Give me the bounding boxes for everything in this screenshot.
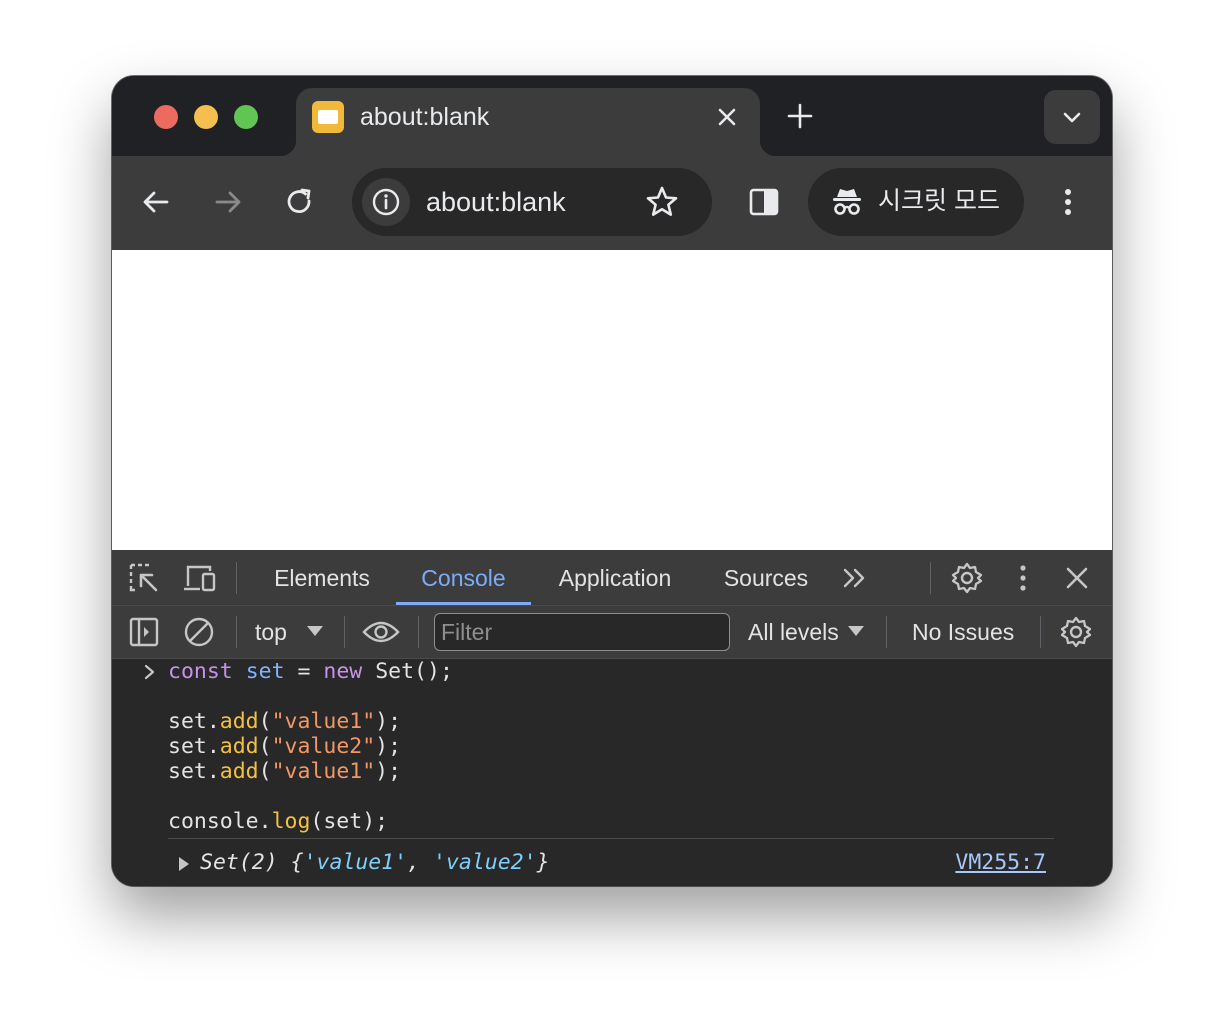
minimize-window-button[interactable]: [194, 105, 218, 129]
sidebar-toggle-icon[interactable]: [128, 616, 160, 648]
output-prefix: Set(2) {: [200, 850, 304, 875]
plus-icon: [787, 103, 813, 129]
filter-input-box[interactable]: [434, 613, 730, 651]
code-line: set.add("value1");: [168, 709, 402, 734]
kebab-menu-icon[interactable]: [1008, 562, 1038, 594]
output-item: 'value2': [433, 850, 537, 875]
arrow-left-icon: [143, 191, 169, 213]
toolbar-divider: [1040, 616, 1041, 648]
devtools-panel: Elements Console Application Sources top…: [112, 550, 1112, 886]
url-text[interactable]: about:blank: [426, 187, 566, 217]
tab-strip: about:blank: [112, 76, 1112, 156]
forward-button[interactable]: [210, 184, 246, 220]
close-window-button[interactable]: [154, 105, 178, 129]
settings-gear-icon[interactable]: [950, 561, 984, 595]
toolbar-divider: [236, 616, 237, 648]
toolbar-divider: [344, 616, 345, 648]
caret-down-icon[interactable]: [306, 624, 324, 638]
toolbar-divider: [418, 616, 419, 648]
code-line: set.add("value2");: [168, 734, 402, 759]
toolbar-divider: [236, 562, 237, 594]
source-link[interactable]: VM255:7: [955, 849, 1046, 877]
tab-console[interactable]: Console: [396, 550, 531, 605]
close-tab-button[interactable]: [712, 102, 742, 132]
info-icon: [372, 188, 400, 216]
browser-toolbar: about:blank 시크릿 모드: [112, 156, 1112, 250]
chevron-down-icon: [1063, 112, 1081, 123]
tab-sources[interactable]: Sources: [709, 550, 823, 605]
side-panel-icon: [749, 188, 779, 216]
expand-triangle-icon[interactable]: [178, 856, 190, 872]
reload-button[interactable]: [282, 184, 318, 220]
kebab-menu-icon: [1065, 189, 1071, 215]
toolbar-divider: [930, 562, 931, 594]
close-icon: [718, 108, 736, 126]
tab-elements[interactable]: Elements: [258, 550, 386, 605]
console-settings-icon[interactable]: [1059, 615, 1093, 649]
devtools-tab-bar: Elements Console Application Sources: [112, 550, 1112, 606]
tab-title: about:blank: [360, 103, 490, 131]
browser-menu-button[interactable]: [1050, 184, 1086, 220]
browser-window: about:blank about:blank 시크릿 모드 Elements …: [112, 76, 1112, 886]
new-tab-button[interactable]: [782, 98, 818, 134]
code-line: console.log(set);: [168, 809, 389, 834]
reload-icon: [287, 188, 311, 213]
code-line: const set = new Set();: [168, 659, 453, 684]
caret-down-icon[interactable]: [847, 624, 865, 638]
page-viewport[interactable]: [112, 250, 1112, 550]
console-log-output[interactable]: Set(2) {'value1', 'value2'}: [200, 849, 550, 877]
clear-console-icon[interactable]: [183, 616, 215, 648]
message-divider: [168, 838, 1054, 839]
star-icon[interactable]: [644, 184, 680, 220]
output-suffix: }: [536, 850, 550, 875]
site-info-button[interactable]: [362, 178, 410, 226]
tab-application[interactable]: Application: [541, 550, 689, 605]
execution-context-select[interactable]: top: [255, 618, 287, 646]
browser-tab[interactable]: about:blank: [280, 88, 776, 156]
inspect-element-icon[interactable]: [128, 562, 160, 594]
double-chevron-icon[interactable]: [840, 564, 870, 592]
output-separator: ,: [407, 850, 434, 875]
side-panel-button[interactable]: [746, 184, 782, 220]
output-item: 'value1': [303, 850, 408, 875]
device-toolbar-icon[interactable]: [183, 562, 217, 594]
incognito-icon: [833, 189, 861, 215]
arrow-right-icon: [215, 191, 241, 213]
address-bar[interactable]: about:blank: [352, 168, 712, 236]
filter-input[interactable]: [441, 618, 721, 646]
console-toolbar: top All levels No Issues: [112, 606, 1112, 659]
console-input-code: const set = new Set(); set.add("value1");…: [168, 659, 453, 834]
toolbar-divider: [886, 616, 887, 648]
tab-search-button[interactable]: [1044, 90, 1100, 144]
issues-count[interactable]: No Issues: [912, 618, 1014, 646]
incognito-label: 시크릿 모드: [878, 187, 1000, 215]
page-favicon-icon: [312, 101, 344, 133]
back-button[interactable]: [138, 184, 174, 220]
console-output[interactable]: const set = new Set(); set.add("value1");…: [112, 659, 1112, 886]
code-line: set.add("value1");: [168, 759, 402, 784]
input-prompt-icon: [144, 664, 155, 680]
close-icon[interactable]: [1062, 562, 1092, 594]
zoom-window-button[interactable]: [234, 105, 258, 129]
eye-icon[interactable]: [362, 618, 400, 646]
log-levels-select[interactable]: All levels: [748, 618, 839, 646]
incognito-indicator[interactable]: 시크릿 모드: [808, 168, 1024, 236]
